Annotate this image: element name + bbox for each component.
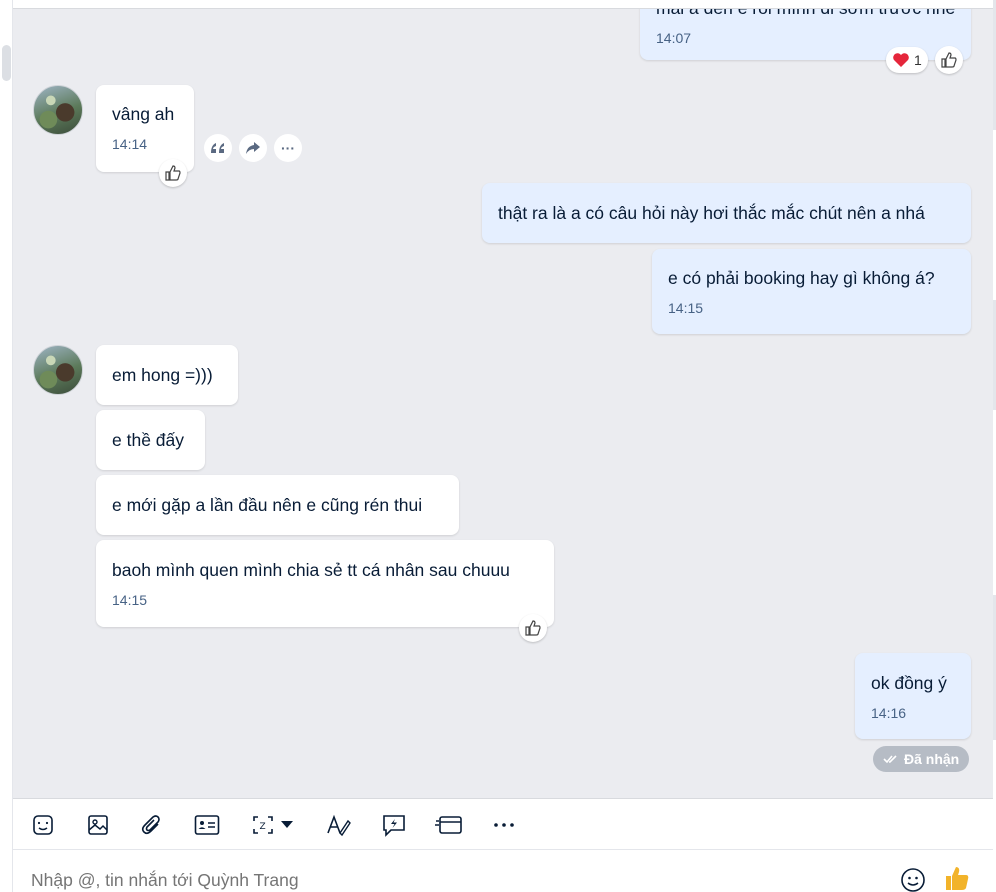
message-bubble-incoming[interactable]: vâng ah 14:14 bbox=[96, 85, 194, 172]
message-bubble-incoming[interactable]: em hong =))) bbox=[96, 345, 238, 405]
forward-icon bbox=[246, 142, 260, 154]
screenshot-icon: Z bbox=[253, 816, 273, 834]
contact-card-button[interactable] bbox=[193, 811, 221, 839]
message-text: e có phải booking hay gì không á? bbox=[668, 268, 935, 288]
message-text: mai a đến e rồi mình đi sớm trước nhé bbox=[656, 8, 956, 18]
quick-message-button[interactable] bbox=[380, 811, 408, 839]
message-time: 14:15 bbox=[112, 592, 148, 608]
emoji-button[interactable] bbox=[899, 866, 927, 892]
message-bubble-incoming[interactable]: baoh mình quen mình chia sẻ tt cá nhân s… bbox=[96, 540, 554, 627]
left-panel-edge bbox=[0, 0, 13, 892]
more-icon bbox=[494, 823, 514, 827]
more-tools-button[interactable] bbox=[490, 811, 518, 839]
heart-icon bbox=[893, 53, 909, 67]
emoji-icon bbox=[901, 868, 925, 892]
avatar[interactable] bbox=[33, 85, 83, 135]
more-actions-button[interactable]: ··· bbox=[274, 134, 302, 162]
like-reaction-button[interactable] bbox=[935, 46, 963, 74]
format-text-button[interactable] bbox=[325, 811, 353, 839]
sticker-icon bbox=[33, 815, 53, 835]
dropdown-caret-icon bbox=[281, 821, 293, 828]
message-input[interactable] bbox=[31, 870, 831, 891]
chat-area: mai a đến e rồi mình đi sớm trước nhé 14… bbox=[13, 8, 993, 798]
left-scrollbar[interactable] bbox=[2, 45, 11, 81]
quote-icon bbox=[211, 143, 224, 153]
message-text: ok đồng ý bbox=[871, 673, 947, 693]
more-icon: ··· bbox=[281, 140, 295, 156]
image-button[interactable] bbox=[84, 811, 112, 839]
message-text: e thề đấy bbox=[112, 430, 184, 450]
like-icon bbox=[525, 620, 541, 636]
reaction-count: 1 bbox=[914, 52, 922, 68]
message-bubble-outgoing[interactable]: e có phải booking hay gì không á? 14:15 bbox=[652, 249, 971, 334]
attach-icon bbox=[141, 815, 160, 835]
message-text: e mới gặp a lần đầu nên e cũng rén thui bbox=[112, 495, 423, 515]
quote-button[interactable] bbox=[204, 134, 232, 162]
svg-text:Z: Z bbox=[260, 822, 266, 832]
message-time: 14:16 bbox=[871, 705, 907, 721]
sticker-button[interactable] bbox=[29, 811, 57, 839]
message-bubble-outgoing[interactable]: ok đồng ý 14:16 bbox=[855, 653, 971, 739]
composer-toolbar: Z bbox=[13, 798, 993, 850]
check-double-icon bbox=[883, 755, 897, 764]
image-icon bbox=[88, 815, 108, 835]
format-text-icon bbox=[327, 814, 351, 837]
message-time: 14:14 bbox=[112, 136, 148, 152]
like-icon bbox=[941, 52, 957, 68]
screenshot-options-dropdown[interactable] bbox=[279, 811, 295, 839]
status-badge: Đã nhận bbox=[873, 746, 970, 772]
reaction-summary[interactable]: 1 bbox=[886, 47, 928, 73]
message-time: 14:15 bbox=[668, 300, 704, 316]
message-bubble-incoming[interactable]: e mới gặp a lần đầu nên e cũng rén thui bbox=[96, 475, 459, 535]
card-icon bbox=[435, 816, 462, 834]
message-composer bbox=[13, 850, 993, 892]
message-time: 14:07 bbox=[656, 30, 692, 46]
message-text: vâng ah bbox=[112, 104, 175, 124]
status-text: Đã nhận bbox=[904, 751, 960, 767]
contact-card-icon bbox=[194, 815, 220, 835]
message-text: baoh mình quen mình chia sẻ tt cá nhân s… bbox=[112, 560, 510, 580]
avatar[interactable] bbox=[33, 345, 83, 395]
screenshot-button[interactable]: Z bbox=[249, 811, 277, 839]
like-reaction-button[interactable] bbox=[519, 614, 547, 642]
like-icon bbox=[165, 165, 181, 181]
message-text: em hong =))) bbox=[112, 365, 213, 385]
thumbs-up-icon bbox=[946, 867, 969, 890]
message-text: thật ra là a có câu hỏi này hơi thắc mắc… bbox=[498, 203, 925, 223]
like-reaction-button[interactable] bbox=[159, 159, 187, 187]
attach-button[interactable] bbox=[138, 811, 166, 839]
message-bubble-outgoing[interactable]: thật ra là a có câu hỏi này hơi thắc mắc… bbox=[482, 183, 971, 243]
card-button[interactable] bbox=[435, 811, 463, 839]
quick-like-button[interactable] bbox=[943, 864, 971, 892]
quick-message-icon bbox=[383, 815, 405, 837]
message-bubble-incoming[interactable]: e thề đấy bbox=[96, 410, 205, 470]
forward-button[interactable] bbox=[239, 134, 267, 162]
